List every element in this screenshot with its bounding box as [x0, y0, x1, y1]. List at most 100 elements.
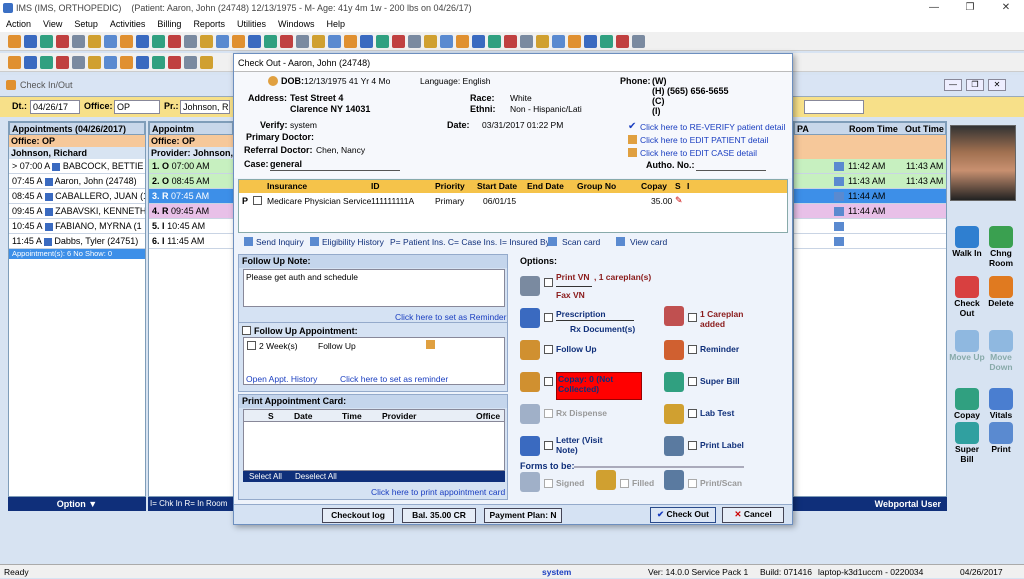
menu-view[interactable]: View [37, 19, 68, 29]
toolbar-icon[interactable] [216, 35, 229, 48]
toolbar-icon[interactable] [104, 35, 117, 48]
office-select[interactable]: OP [114, 100, 160, 114]
toolbar-icon[interactable] [536, 35, 549, 48]
toolbar-icon[interactable] [280, 35, 293, 48]
print-label-label[interactable]: Print Label [700, 440, 744, 450]
toolbar-icon[interactable] [296, 35, 309, 48]
room-row[interactable] [794, 219, 946, 234]
child-minimize-icon[interactable]: — [944, 79, 962, 91]
followup-week-checkbox[interactable] [247, 341, 256, 350]
toolbar-icon[interactable] [136, 56, 149, 69]
menu-billing[interactable]: Billing [151, 19, 187, 29]
ins-checkbox[interactable] [253, 196, 262, 205]
toolbar-icon[interactable] [632, 35, 645, 48]
toolbar-icon[interactable] [312, 35, 325, 48]
appointment-row[interactable]: 11:45 A Dabbs, Tyler (24751) [9, 234, 145, 249]
toolbar-icon[interactable] [232, 35, 245, 48]
toolbar-icon[interactable] [568, 35, 581, 48]
toolbar-icon[interactable] [72, 56, 85, 69]
move-down-button[interactable]: Move Down [982, 330, 1020, 372]
toolbar-icon[interactable] [376, 35, 389, 48]
toolbar-icon[interactable] [360, 35, 373, 48]
toolbar-icon[interactable] [88, 35, 101, 48]
lab-test-checkbox[interactable] [688, 409, 697, 418]
toolbar-icon[interactable] [200, 35, 213, 48]
lab-test-label[interactable]: Lab Test [700, 408, 734, 418]
deselect-all-link[interactable]: Deselect All [295, 471, 337, 482]
toolbar-icon[interactable] [488, 35, 501, 48]
appointment-row[interactable]: 09:45 A ZABAVSKI, KENNETH (1 [9, 204, 145, 219]
appointment-row[interactable]: 10:45 A FABIANO, MYRNA (1 [9, 219, 145, 234]
filled-checkbox[interactable] [620, 479, 629, 488]
menu-reports[interactable]: Reports [187, 19, 231, 29]
toolbar-icon[interactable] [152, 35, 165, 48]
option-button[interactable]: Option ▼ [8, 497, 146, 511]
toolbar-icon[interactable] [136, 35, 149, 48]
status-row[interactable]: 4. R 09:45 AM [149, 204, 233, 219]
followup-appt-checkbox[interactable] [242, 326, 251, 335]
toolbar-icon[interactable] [120, 35, 133, 48]
toolbar-icon[interactable] [504, 35, 517, 48]
toolbar-icon[interactable] [120, 56, 133, 69]
search-field[interactable] [804, 100, 864, 114]
status-row[interactable]: 2. O 08:45 AM [149, 174, 233, 189]
status-row[interactable]: 6. I 11:45 AM [149, 234, 233, 249]
close-icon[interactable]: ✕ [992, 0, 1020, 16]
super-bill-checkbox[interactable] [688, 377, 697, 386]
insurance-row[interactable]: P Medicare Physician Service 111111111A … [239, 194, 787, 208]
followup-checkbox[interactable] [544, 345, 553, 354]
room-row[interactable]: 11:44 AM [794, 204, 946, 219]
toolbar-icon[interactable] [40, 35, 53, 48]
menu-help[interactable]: Help [320, 19, 351, 29]
toolbar-icon[interactable] [408, 35, 421, 48]
appointment-row[interactable]: 07:45 A Aaron, John (24748) [9, 174, 145, 189]
print-scan-checkbox[interactable] [688, 479, 697, 488]
autho-field[interactable] [696, 170, 766, 171]
copay-status[interactable]: Copay: 0 (Not Collected) [556, 372, 642, 400]
reminder-label[interactable]: Reminder [700, 344, 739, 354]
provider-select[interactable]: Johnson, R [180, 100, 230, 114]
super-bill-button[interactable]: Super Bill [948, 422, 986, 464]
super-bill-label[interactable]: Super Bill [700, 376, 740, 386]
toolbar-icon[interactable] [392, 35, 405, 48]
toolbar-icon[interactable] [264, 35, 277, 48]
print-button[interactable]: Print [982, 422, 1020, 454]
set-reminder-link[interactable]: Click here to set as Reminder [395, 312, 507, 322]
toolbar-icon[interactable] [40, 56, 53, 69]
chng-room-button[interactable]: Chng Room [982, 226, 1020, 268]
toolbar-icon[interactable] [616, 35, 629, 48]
followup-note-text[interactable]: Please get auth and schedule [243, 269, 505, 307]
prescription-label[interactable]: Prescription [556, 309, 606, 319]
print-label-checkbox[interactable] [688, 441, 697, 450]
eligibility-link[interactable]: Eligibility History [322, 237, 384, 247]
toolbar-icon[interactable] [472, 35, 485, 48]
toolbar-icon[interactable] [88, 56, 101, 69]
toolbar-icon[interactable] [520, 35, 533, 48]
edit-copay-icon[interactable]: ✎ [675, 195, 683, 206]
copay-checkbox[interactable] [544, 377, 553, 386]
checkout-log-button[interactable]: Checkout log [322, 508, 394, 523]
toolbar-icon[interactable] [56, 56, 69, 69]
cancel-button[interactable]: ✕ Cancel [722, 507, 784, 523]
toolbar-icon[interactable] [248, 35, 261, 48]
toolbar-icon[interactable] [8, 56, 21, 69]
toolbar-icon[interactable] [72, 35, 85, 48]
status-row[interactable]: 3. R 07:45 AM [149, 189, 233, 204]
letter-label[interactable]: Letter (Visit Note) [556, 435, 622, 455]
room-row[interactable]: 11:43 AM 11:43 AM [794, 174, 946, 189]
edit-case-link[interactable]: Click here to EDIT CASE detail [640, 148, 757, 158]
toolbar-icon[interactable] [200, 56, 213, 69]
reverify-link[interactable]: Click here to RE-VERIFY patient detail [640, 122, 785, 132]
set-reminder-link-2[interactable]: Click here to set as reminder [340, 374, 448, 384]
toolbar-icon[interactable] [600, 35, 613, 48]
careplan-checkbox[interactable] [688, 313, 697, 322]
vitals-button[interactable]: Vitals [982, 388, 1020, 420]
signed-checkbox[interactable] [544, 479, 553, 488]
select-all-link[interactable]: Select All [249, 471, 282, 482]
toolbar-icon[interactable] [440, 35, 453, 48]
toolbar-icon[interactable] [104, 56, 117, 69]
toolbar-icon[interactable] [184, 56, 197, 69]
prescription-checkbox[interactable] [544, 313, 553, 322]
print-vn-label[interactable]: Print VN [556, 272, 590, 282]
room-row[interactable] [794, 234, 946, 249]
